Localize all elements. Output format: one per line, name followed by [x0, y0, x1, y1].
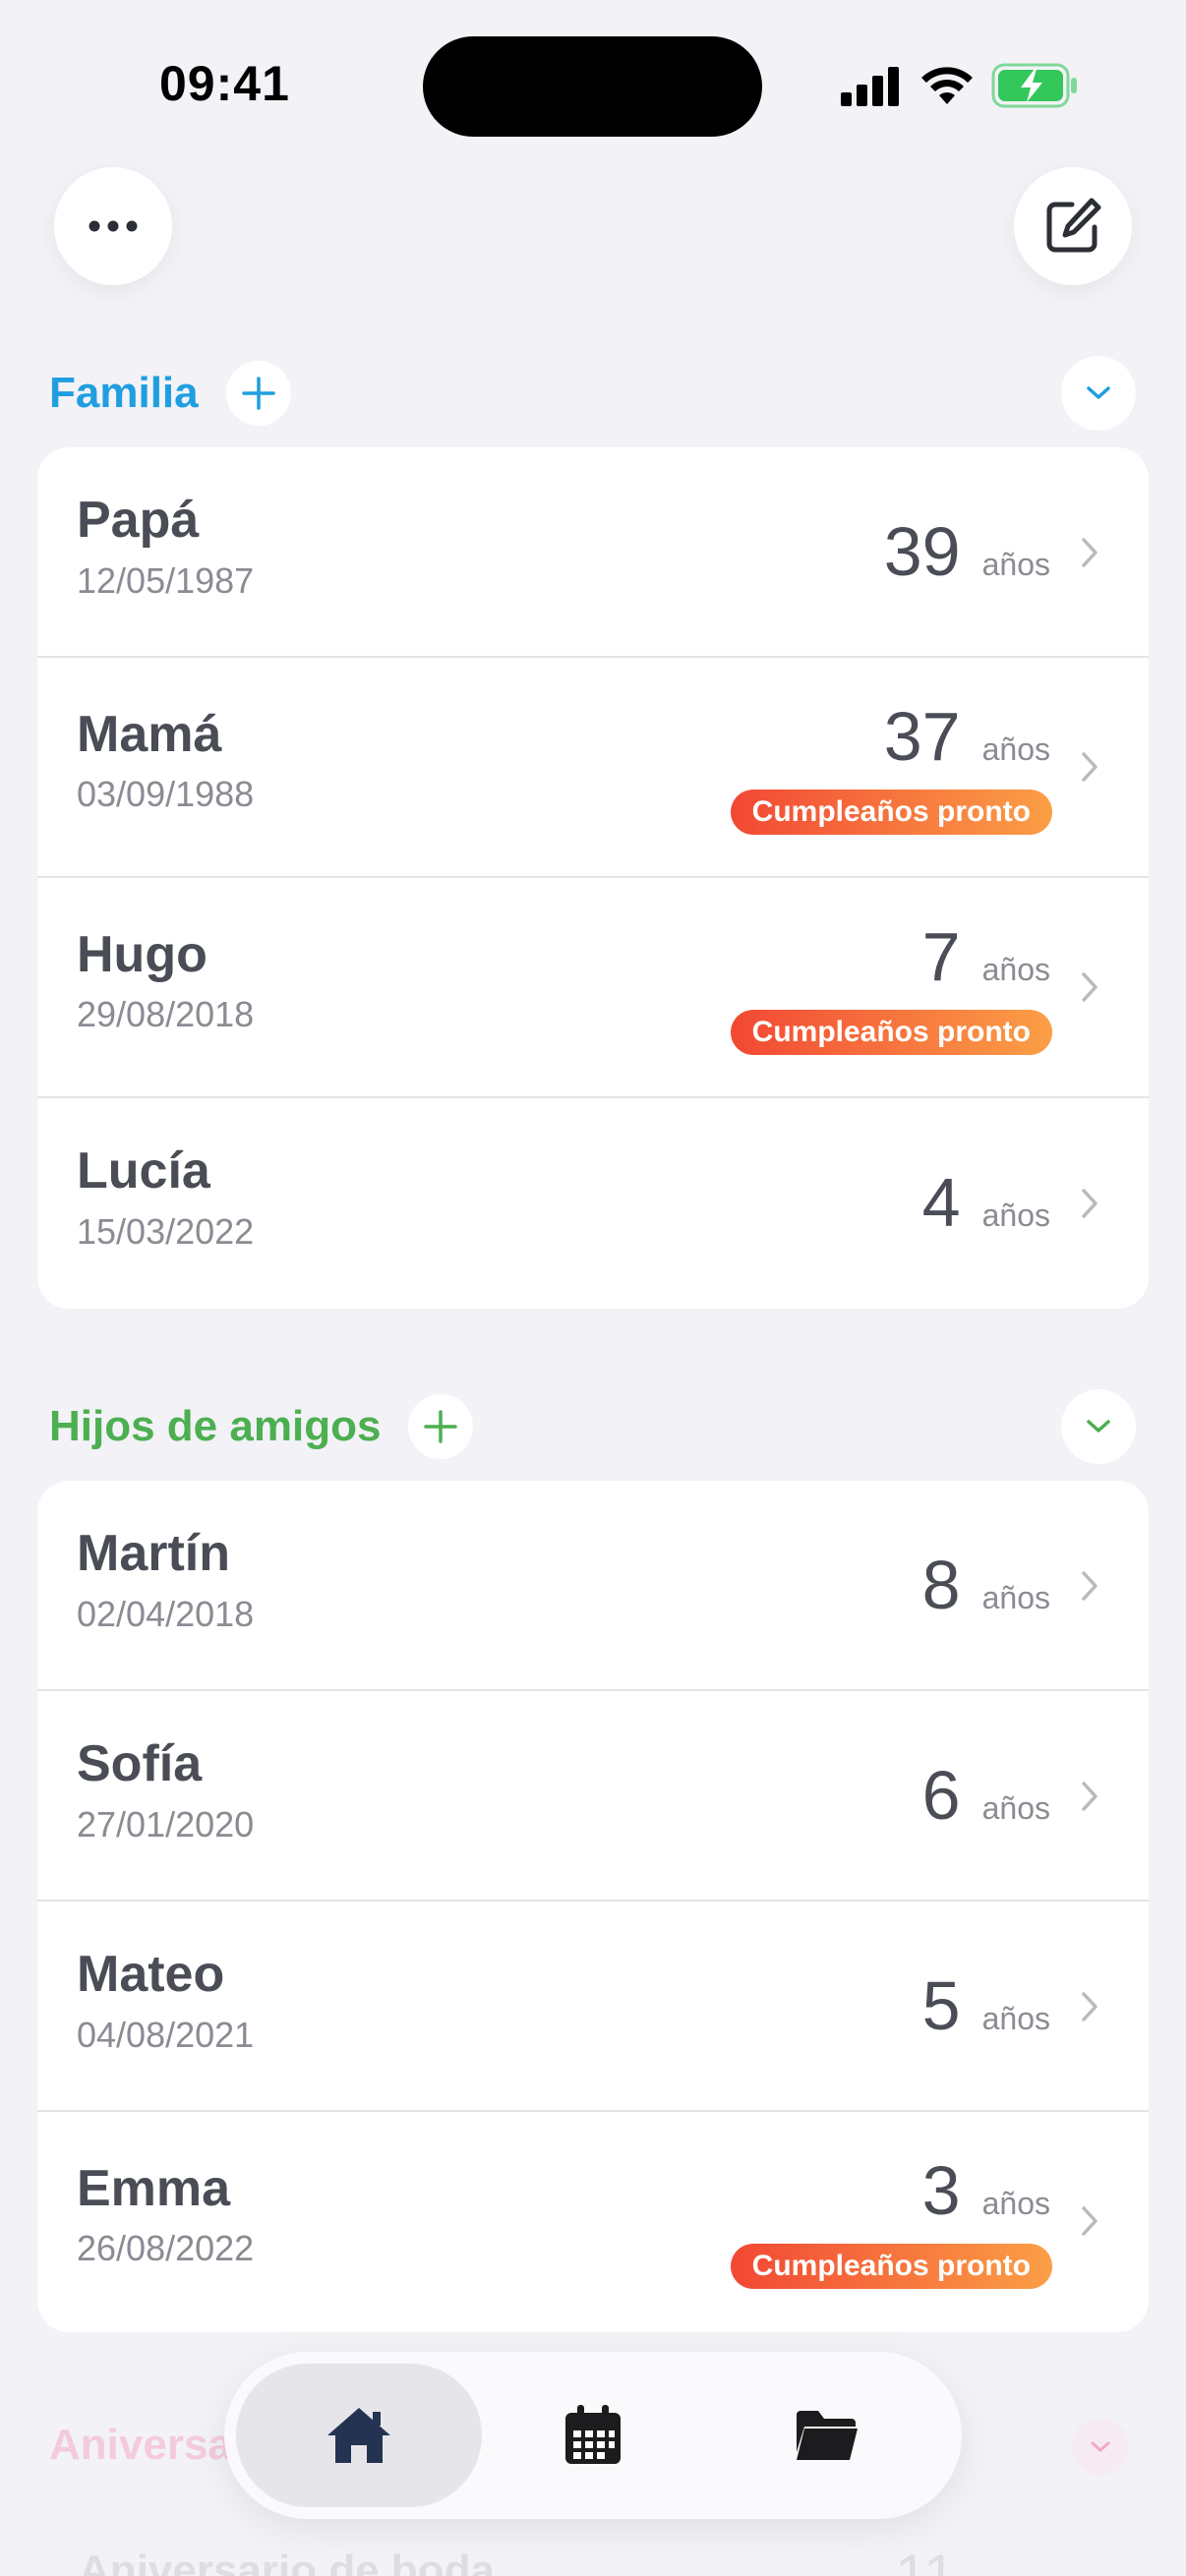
age-number: 8 [921, 1547, 961, 1623]
person-age: 5 años [922, 1966, 1050, 2045]
person-name: Papá [77, 492, 200, 549]
tab-calendar[interactable] [470, 2364, 716, 2507]
hijos-de-amigos-card: Martín 02/04/2018 8 años Sofía 27/01/202… [37, 1481, 1149, 2332]
person-birthdate: 03/09/1988 [77, 774, 255, 814]
person-row[interactable]: Sofía 27/01/2020 6 años [37, 1691, 1149, 1902]
person-age: 8 años [922, 1546, 1050, 1624]
age-unit: años [981, 547, 1050, 582]
person-age: 6 años [922, 1756, 1050, 1835]
tab-bar [224, 2352, 962, 2519]
plus-icon [424, 1410, 458, 1443]
dynamic-island [423, 36, 762, 137]
age-unit: años [981, 1198, 1050, 1233]
person-name: Mamá [77, 706, 222, 763]
age-number: 37 [883, 698, 961, 775]
age-number: 6 [921, 1757, 961, 1834]
chevron-right-icon [1082, 1189, 1097, 1218]
person-age: 37 años [884, 697, 1050, 776]
person-age: 39 años [884, 512, 1050, 591]
chevron-right-icon [1082, 972, 1097, 1002]
person-birthdate: 27/01/2020 [77, 1804, 255, 1844]
birthday-soon-badge: Cumpleaños pronto [730, 1010, 1052, 1055]
person-birthdate: 15/03/2022 [77, 1211, 255, 1252]
person-row[interactable]: Martín 02/04/2018 8 años [37, 1481, 1149, 1691]
person-name: Aniversario de boda [79, 2547, 496, 2576]
person-row[interactable]: Hugo 29/08/2018 7 años Cumpleaños pronto [37, 878, 1149, 1098]
section-title: Familia [49, 369, 199, 417]
person-name: Emma [77, 2160, 231, 2217]
person-name: Lucía [77, 1142, 210, 1200]
chevron-right-icon [1082, 1571, 1097, 1601]
person-row[interactable]: Emma 26/08/2022 3 años Cumpleaños pronto [37, 2112, 1149, 2332]
collapse-hijos-de-amigos-button[interactable] [1061, 1389, 1136, 1464]
section-title: Hijos de amigos [49, 1402, 382, 1450]
age-unit: años [981, 2001, 1050, 2036]
chevron-right-icon [1082, 1782, 1097, 1811]
person-birthdate: 12/05/1987 [77, 560, 255, 601]
person-name: Sofía [77, 1735, 203, 1792]
age-unit: años [981, 2186, 1050, 2221]
folder-icon [797, 2411, 858, 2460]
person-birthdate: 29/08/2018 [77, 994, 255, 1034]
age-unit: años [981, 1790, 1050, 1826]
person-row[interactable]: Lucía 15/03/2022 4 años [37, 1098, 1149, 1309]
status-bar: 09:41 [0, 0, 1186, 167]
battery-charging-icon [991, 63, 1077, 108]
tab-folders[interactable] [704, 2364, 950, 2507]
more-options-button[interactable] [54, 167, 172, 285]
person-age: 4 años [922, 1163, 1050, 1242]
chevron-down-icon [1087, 386, 1110, 399]
section-header-familia: Familia [49, 359, 291, 428]
person-birthdate: 02/04/2018 [77, 1594, 255, 1634]
age-number: 3 [921, 2152, 961, 2229]
chevron-down-icon [1091, 2441, 1110, 2452]
person-birthdate: 04/08/2021 [77, 2015, 255, 2055]
plus-icon [241, 377, 275, 410]
person-name: Hugo [77, 926, 208, 983]
chevron-down-icon [1087, 1420, 1110, 1433]
person-name: Mateo [77, 1946, 225, 2003]
calendar-icon [565, 2405, 621, 2464]
person-age: 3 años [922, 2151, 1050, 2230]
age-unit: años [981, 952, 1050, 987]
compose-icon [1046, 198, 1101, 253]
person-row[interactable]: Mamá 03/09/1988 37 años Cumpleaños pront… [37, 658, 1149, 878]
chevron-right-icon [1082, 1992, 1097, 2021]
collapse-familia-button[interactable] [1061, 356, 1136, 431]
chevron-right-icon [1082, 2206, 1097, 2236]
edit-button[interactable] [1014, 167, 1132, 285]
birthday-soon-badge: Cumpleaños pronto [730, 2244, 1052, 2289]
person-row[interactable]: Papá 12/05/1987 39 años [37, 447, 1149, 658]
cellular-signal-icon [841, 67, 899, 106]
person-row[interactable]: Mateo 04/08/2021 5 años [37, 1902, 1149, 2112]
familia-card: Papá 12/05/1987 39 años Mamá 03/09/1988 … [37, 447, 1149, 1309]
age-number: 5 [921, 1967, 961, 2044]
wifi-icon [921, 67, 973, 104]
chevron-right-icon [1082, 538, 1097, 567]
ellipsis-icon [89, 220, 138, 232]
add-familia-button[interactable] [225, 361, 291, 426]
age-number: 4 [921, 1164, 961, 1241]
add-hijos-de-amigos-button[interactable] [408, 1394, 474, 1459]
collapse-aniversarios-button[interactable] [1072, 2419, 1129, 2476]
age-number: 39 [883, 513, 961, 590]
home-icon [327, 2408, 390, 2463]
tab-home[interactable] [236, 2364, 482, 2507]
age-number: 7 [921, 918, 961, 995]
person-name: Martín [77, 1525, 230, 1582]
age-unit: años [981, 732, 1050, 767]
age-number: 11 [895, 2543, 957, 2576]
person-birthdate: 26/08/2022 [77, 2228, 255, 2268]
birthday-soon-badge: Cumpleaños pronto [730, 790, 1052, 835]
status-time: 09:41 [159, 56, 290, 111]
age-unit: años [981, 1580, 1050, 1615]
section-header-hijos-de-amigos: Hijos de amigos [49, 1392, 474, 1461]
person-age: 7 años [922, 917, 1050, 996]
chevron-right-icon [1082, 752, 1097, 782]
